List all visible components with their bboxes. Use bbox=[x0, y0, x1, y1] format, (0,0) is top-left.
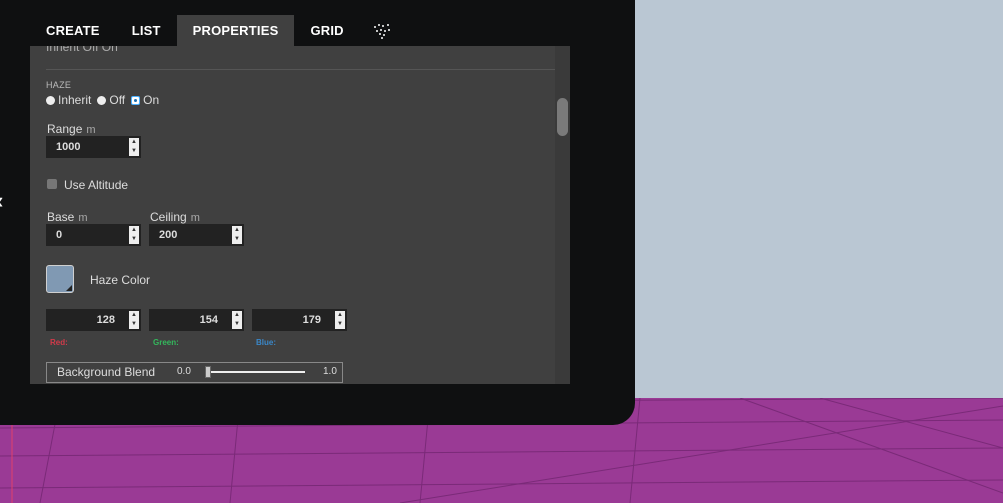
radio-on-label: On bbox=[143, 93, 160, 107]
tab-properties[interactable]: PROPERTIES bbox=[176, 15, 295, 46]
tab-list[interactable]: LIST bbox=[116, 15, 177, 46]
red-input[interactable]: 128 ▲ ▼ bbox=[46, 309, 141, 331]
haze-color-label: Haze Color bbox=[90, 273, 151, 287]
properties-panel: Inherit Off On HAZE Inherit Off On Range… bbox=[30, 46, 570, 384]
haze-color-swatch[interactable] bbox=[46, 265, 74, 293]
background-blend-label: Background Blend bbox=[57, 365, 156, 379]
tab-grid[interactable]: GRID bbox=[294, 15, 359, 46]
blend-max-label: 1.0 bbox=[323, 366, 337, 377]
haze-section-label: HAZE bbox=[46, 80, 72, 90]
range-label: Range m bbox=[47, 122, 96, 136]
radio-on[interactable] bbox=[131, 95, 141, 105]
blue-input[interactable]: 179 ▲ ▼ bbox=[252, 309, 347, 331]
blue-spinner[interactable]: ▲ ▼ bbox=[335, 311, 345, 329]
blend-track[interactable] bbox=[209, 371, 305, 373]
base-input[interactable]: 0 ▲ ▼ bbox=[46, 224, 141, 246]
radio-inherit-label: Inherit bbox=[58, 93, 92, 107]
radio-inherit[interactable] bbox=[46, 95, 55, 105]
blend-min-label: 0.0 bbox=[177, 366, 191, 377]
background-blend-slider: Background Blend 0.0 1.0 bbox=[46, 362, 343, 383]
red-label: Red: bbox=[50, 338, 68, 347]
radio-off-label: Off bbox=[109, 93, 126, 107]
divider bbox=[46, 69, 556, 70]
radio-off[interactable] bbox=[97, 95, 107, 105]
particles-icon[interactable] bbox=[360, 15, 404, 46]
ceiling-label: Ceiling m bbox=[150, 210, 200, 224]
use-altitude-checkbox[interactable] bbox=[47, 179, 57, 189]
blend-handle[interactable] bbox=[205, 366, 211, 378]
green-label: Green: bbox=[153, 338, 179, 347]
base-spinner[interactable]: ▲ ▼ bbox=[129, 226, 139, 244]
use-altitude-label: Use Altitude bbox=[64, 178, 129, 192]
haze-mode-radios: Inherit Off On bbox=[46, 93, 165, 107]
base-label: Base m bbox=[47, 210, 88, 224]
tab-bar: CREATE LIST PROPERTIES GRID bbox=[30, 15, 404, 46]
ceiling-spinner[interactable]: ▲ ▼ bbox=[232, 226, 242, 244]
green-input[interactable]: 154 ▲ ▼ bbox=[149, 309, 244, 331]
panel-scrollbar[interactable] bbox=[555, 46, 570, 384]
tab-create[interactable]: CREATE bbox=[30, 15, 116, 46]
panel-scrollbar-thumb[interactable] bbox=[557, 98, 568, 136]
back-arrow-icon[interactable]: ‹ bbox=[0, 188, 3, 214]
range-input[interactable]: 1000 ▲ ▼ bbox=[46, 136, 141, 158]
red-spinner[interactable]: ▲ ▼ bbox=[129, 311, 139, 329]
green-spinner[interactable]: ▲ ▼ bbox=[232, 311, 242, 329]
blue-label: Blue: bbox=[256, 338, 276, 347]
ceiling-input[interactable]: 200 ▲ ▼ bbox=[149, 224, 244, 246]
clipped-radio-row: Inherit Off On bbox=[46, 46, 118, 54]
range-spinner[interactable]: ▲ ▼ bbox=[129, 138, 139, 156]
